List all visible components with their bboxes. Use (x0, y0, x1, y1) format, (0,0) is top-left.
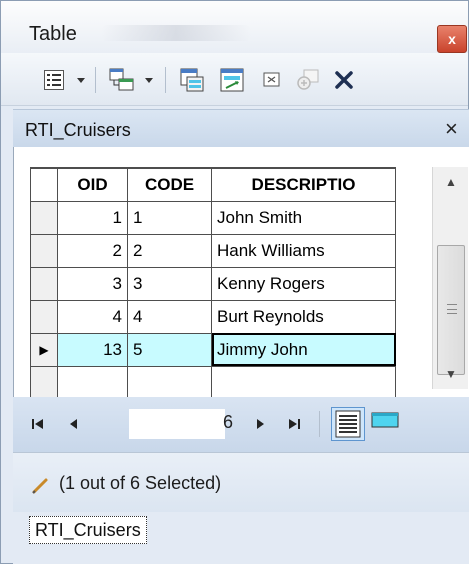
cell-oid[interactable] (57, 365, 128, 400)
dropdown-arrow-icon (145, 78, 153, 83)
cell-code[interactable]: 4 (127, 299, 212, 334)
table-toolbar (1, 53, 468, 106)
column-header-oid[interactable]: OID (57, 167, 128, 202)
selection-count-text: (1 out of 6 Selected) (59, 473, 222, 493)
dropdown-arrow-icon (77, 78, 85, 83)
delete-selected-button[interactable] (329, 65, 359, 95)
column-header-code[interactable]: CODE (127, 167, 212, 202)
cell-code[interactable]: 2 (127, 233, 212, 268)
select-by-attributes-button[interactable] (175, 65, 209, 95)
cell-descriptio-editing[interactable]: Jimmy John (211, 332, 396, 367)
table-options-dropdown[interactable] (73, 65, 89, 95)
cell-oid[interactable]: 2 (57, 233, 128, 268)
next-record-icon (257, 419, 264, 429)
navbar-separator (319, 411, 320, 437)
table-row-active[interactable]: ▶ 13 5 Jimmy John (30, 332, 396, 367)
last-record-button[interactable] (281, 409, 307, 439)
window-close-button[interactable]: x (437, 25, 467, 53)
table-options-icon (44, 70, 64, 90)
cell-oid[interactable]: 13 (57, 332, 128, 367)
switch-selection-button[interactable] (215, 65, 249, 95)
cell-oid[interactable]: 4 (57, 299, 128, 334)
attribute-grid: OID CODE DESCRIPTIO 1 1 John Smith 2 2 H… (13, 147, 469, 400)
title-bar[interactable]: Table x (1, 1, 468, 53)
cell-descriptio[interactable]: Hank Williams (211, 233, 396, 268)
last-record-icon (289, 419, 300, 429)
zoom-to-selected-button[interactable] (291, 65, 325, 95)
show-all-records-button[interactable] (331, 407, 365, 441)
title-blur (101, 25, 251, 41)
cell-code[interactable]: 3 (127, 266, 212, 301)
scroll-up-arrow-icon[interactable]: ▲ (433, 167, 469, 197)
column-header-descriptio[interactable]: DESCRIPTIO (211, 167, 396, 202)
clear-selection-button[interactable] (257, 65, 287, 95)
related-tables-icon (109, 68, 134, 91)
table-row[interactable]: 3 3 Kenny Rogers (30, 266, 396, 301)
cell-descriptio[interactable]: Burt Reynolds (211, 299, 396, 334)
current-record-number[interactable]: 6 (223, 412, 233, 433)
next-record-button[interactable] (247, 409, 273, 439)
current-row-marker-icon[interactable]: ▶ (30, 332, 58, 367)
previous-record-icon (70, 419, 77, 429)
table-tab-header: RTI_Cruisers × (13, 109, 469, 147)
related-tables-button[interactable] (105, 65, 139, 95)
table-window: Table x RTI_Cruisers × OID CODE DESCRIPT… (0, 0, 469, 564)
zoom-to-selected-icon (297, 69, 319, 90)
cell-code[interactable]: 5 (127, 332, 212, 367)
cell-oid[interactable]: 3 (57, 266, 128, 301)
record-navigation-bar: 6 (13, 397, 469, 452)
clear-selection-icon (263, 72, 280, 87)
row-selector[interactable] (30, 266, 58, 301)
cell-descriptio[interactable]: John Smith (211, 200, 396, 235)
row-selector[interactable] (30, 365, 58, 400)
table-close-button[interactable]: × (445, 116, 458, 142)
delete-selected-icon (335, 71, 353, 89)
cell-code[interactable] (127, 365, 212, 400)
vertical-scrollbar[interactable]: ▲ ▼ (432, 167, 468, 389)
status-bar: (1 out of 6 Selected) (13, 452, 469, 512)
table-row[interactable]: 4 4 Burt Reynolds (30, 299, 396, 334)
first-record-button[interactable] (25, 409, 51, 439)
corner-cell[interactable] (30, 167, 58, 202)
scroll-thumb[interactable] (437, 245, 465, 375)
cell-oid[interactable]: 1 (57, 200, 128, 235)
pencil-icon (32, 478, 48, 494)
table-row[interactable]: 1 1 John Smith (30, 200, 396, 235)
row-selector[interactable] (30, 233, 58, 268)
attribute-table: OID CODE DESCRIPTIO 1 1 John Smith 2 2 H… (30, 167, 396, 400)
window-title: Table (29, 23, 77, 45)
show-all-records-icon (335, 410, 361, 438)
first-record-icon (32, 419, 43, 429)
select-by-attributes-icon (180, 68, 204, 92)
table-tab-strip: RTI_Cruisers (13, 512, 469, 564)
row-selector[interactable] (30, 299, 58, 334)
toolbar-separator (95, 67, 96, 93)
cell-descriptio[interactable]: Kenny Rogers (211, 266, 396, 301)
related-tables-dropdown[interactable] (141, 65, 157, 95)
switch-selection-icon (220, 68, 244, 92)
previous-record-button[interactable] (61, 409, 87, 439)
cell-code[interactable]: 1 (127, 200, 212, 235)
scroll-down-arrow-icon[interactable]: ▼ (433, 359, 469, 389)
show-selected-records-button[interactable] (369, 407, 403, 441)
show-selected-records-icon (371, 412, 399, 428)
row-selector[interactable] (30, 200, 58, 235)
table-name: RTI_Cruisers (25, 120, 131, 140)
record-number-field[interactable] (129, 409, 225, 439)
tab-rti-cruisers[interactable]: RTI_Cruisers (29, 516, 147, 544)
toolbar-separator (165, 67, 166, 93)
table-options-button[interactable] (37, 65, 71, 95)
scroll-grip-icon (447, 304, 457, 314)
table-row[interactable]: 2 2 Hank Williams (30, 233, 396, 268)
cell-descriptio[interactable] (211, 365, 396, 400)
table-row-new[interactable] (30, 365, 396, 400)
